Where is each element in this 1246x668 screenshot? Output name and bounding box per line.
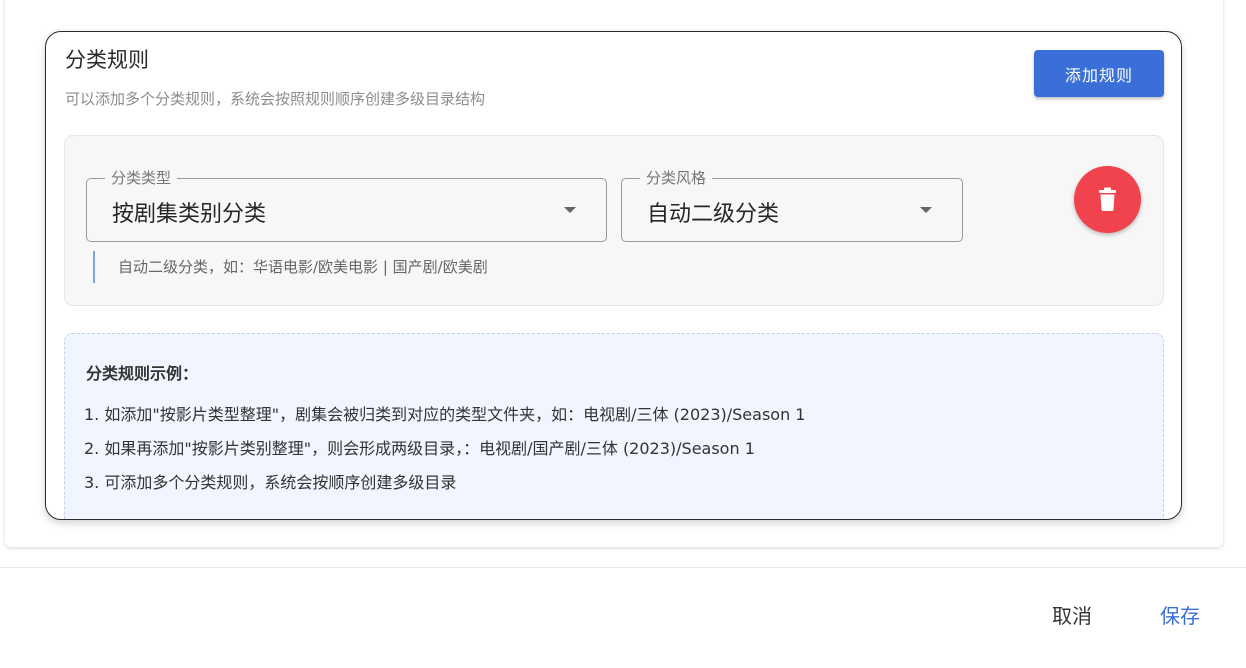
examples-title: 分类规则示例：: [86, 364, 199, 383]
footer-divider: [0, 567, 1246, 568]
add-rule-button[interactable]: 添加规则: [1034, 50, 1164, 97]
trash-icon: [1099, 187, 1116, 211]
category-style-hint: 自动二级分类，如：华语电影/欧美电影 | 国产剧/欧美剧: [93, 251, 488, 283]
category-style-label: 分类风格: [640, 167, 713, 188]
category-type-select[interactable]: 分类类型 按剧集类别分类: [86, 167, 607, 242]
classification-rules-card: 分类规则 可以添加多个分类规则，系统会按照规则顺序创建多级目录结构 添加规则 分…: [45, 31, 1182, 520]
chevron-down-icon: [920, 207, 932, 213]
cancel-button[interactable]: 取消: [1052, 600, 1092, 629]
category-type-label: 分类类型: [105, 167, 178, 188]
example-line: 1. 如添加"按影片类型整理"，剧集会被归类到对应的类型文件夹，如：电视剧/三体…: [84, 405, 806, 424]
chevron-down-icon: [564, 207, 576, 213]
category-style-value: 自动二级分类: [647, 202, 780, 227]
example-line: 2. 如果再添加"按影片类别整理"，则会形成两级目录，：电视剧/国产剧/三体 (…: [84, 439, 755, 458]
save-button[interactable]: 保存: [1160, 600, 1200, 629]
example-line: 3. 可添加多个分类规则，系统会按顺序创建多级目录: [84, 473, 457, 492]
category-type-value: 按剧集类别分类: [112, 202, 267, 227]
rule-item: 分类类型 按剧集类别分类 分类风格 自动二级分类 自动二级分类，如：华语电影/欧…: [64, 135, 1164, 306]
delete-rule-button[interactable]: [1074, 166, 1141, 233]
rules-title: 分类规则: [65, 48, 149, 72]
rules-subtitle: 可以添加多个分类规则，系统会按照规则顺序创建多级目录结构: [65, 90, 486, 108]
rule-examples: 分类规则示例： 1. 如添加"按影片类型整理"，剧集会被归类到对应的类型文件夹，…: [64, 333, 1164, 519]
category-style-select[interactable]: 分类风格 自动二级分类: [621, 167, 963, 242]
